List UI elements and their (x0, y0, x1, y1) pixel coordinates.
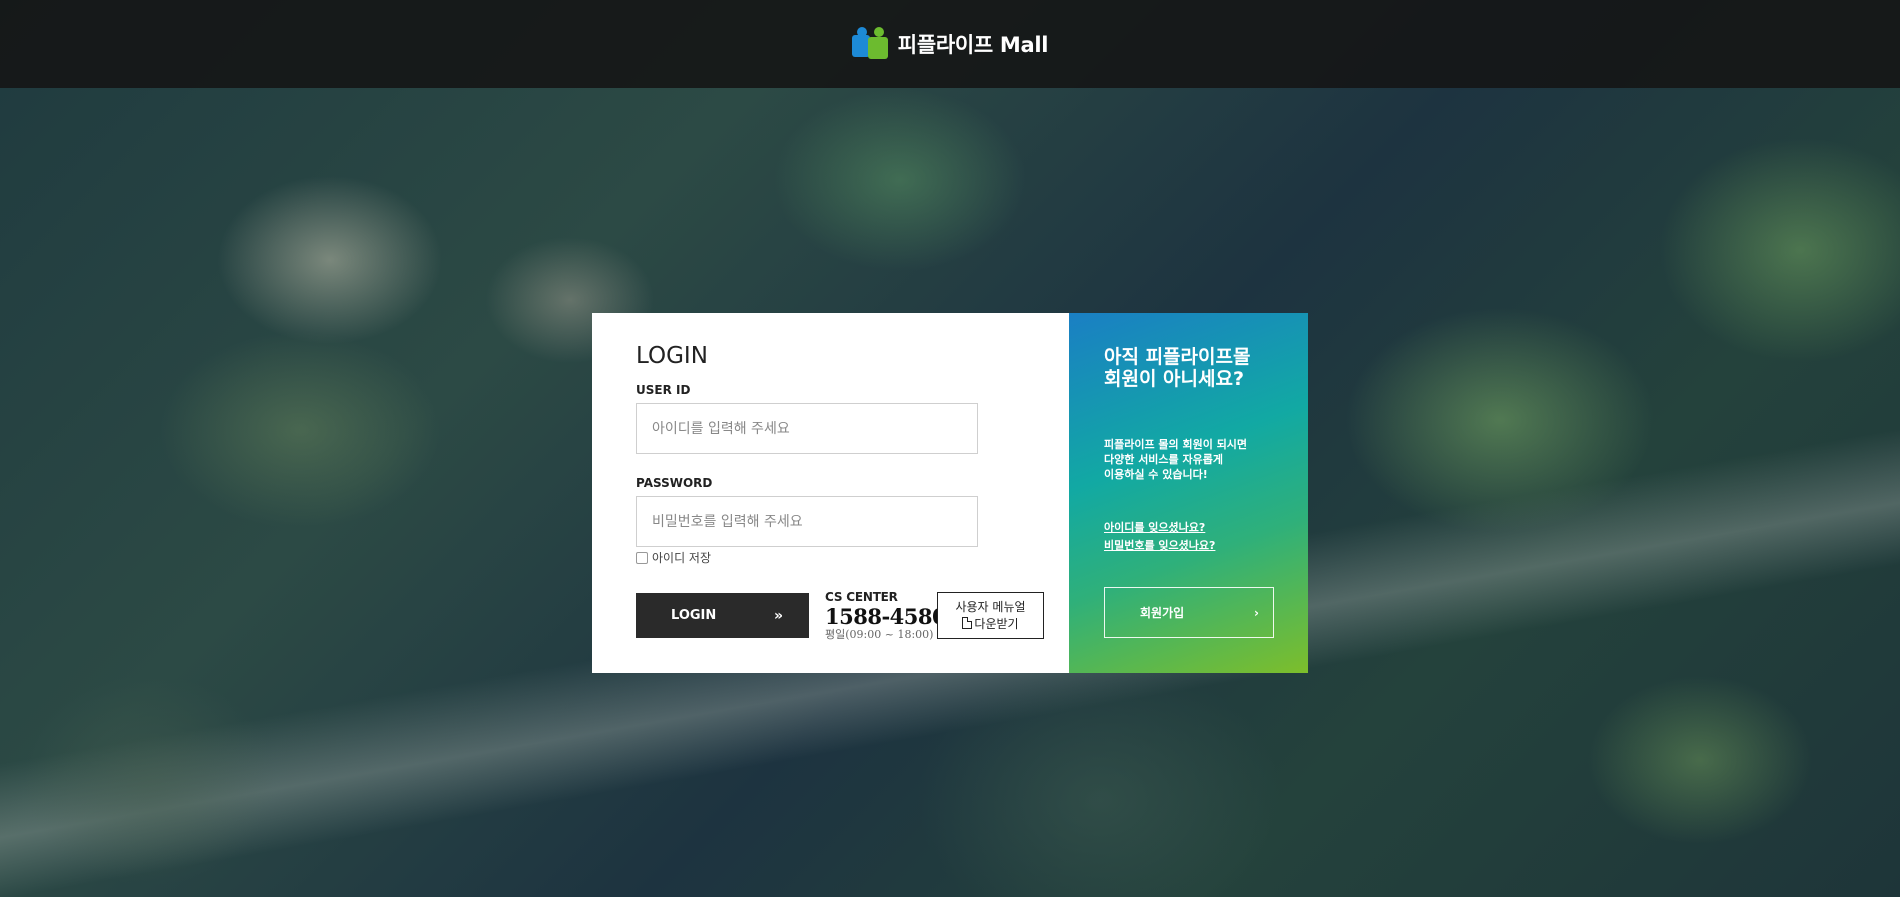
find-password-link[interactable]: 비밀번호를 잊으셨나요? (1104, 537, 1215, 553)
password-label: PASSWORD (636, 476, 713, 490)
signup-promo-panel: 아직 피플라이프몰 회원이 아니세요? 피플라이프 몰의 회원이 되시면 다양한… (1069, 313, 1308, 673)
cs-center-label: CS CENTER (825, 590, 898, 604)
cs-center-phone: 1588-4580 (825, 604, 947, 629)
chevron-right-icon: › (1254, 605, 1259, 620)
promo-title: 아직 피플라이프몰 회원이 아니세요? (1104, 346, 1251, 390)
user-id-label: USER ID (636, 383, 691, 397)
top-header: 피플라이프 Mall (0, 0, 1900, 88)
signup-button-label: 회원가입 (1140, 606, 1185, 620)
login-button-label: LOGIN (671, 608, 717, 623)
manual-button-line1: 사용자 메뉴얼 (955, 600, 1026, 614)
user-id-input[interactable] (636, 403, 978, 454)
signup-button[interactable]: 회원가입 › (1104, 587, 1274, 638)
remember-id-checkbox[interactable] (636, 551, 648, 564)
remember-id-label: 아이디 저장 (652, 551, 712, 565)
site-logo[interactable]: 피플라이프 Mall (851, 27, 1049, 61)
find-id-link[interactable]: 아이디를 잊으셨나요? (1104, 519, 1205, 535)
logo-text: 피플라이프 Mall (897, 33, 1049, 57)
cs-center: CS CENTER 1588-4580 평일(09:00 ~ 18:00) (825, 590, 947, 641)
promo-description: 피플라이프 몰의 회원이 되시면 다양한 서비스를 자유롭게 이용하실 수 있습… (1104, 438, 1248, 481)
password-input[interactable] (636, 496, 978, 547)
document-icon (962, 617, 973, 629)
double-chevron-right-icon: » (773, 607, 783, 624)
login-panel: LOGIN USER ID PASSWORD 아이디 저장 LOGIN » CS… (592, 313, 1069, 673)
manual-download-button[interactable]: 사용자 메뉴얼 다운받기 (937, 592, 1044, 639)
login-card: LOGIN USER ID PASSWORD 아이디 저장 LOGIN » CS… (592, 313, 1308, 673)
puzzle-logo-icon (851, 27, 890, 61)
manual-button-line2: 다운받기 (974, 617, 1019, 631)
login-title: LOGIN (636, 343, 708, 369)
remember-id[interactable]: 아이디 저장 (636, 549, 711, 566)
login-button[interactable]: LOGIN » (636, 593, 809, 638)
cs-center-hours: 평일(09:00 ~ 18:00) (825, 628, 934, 641)
